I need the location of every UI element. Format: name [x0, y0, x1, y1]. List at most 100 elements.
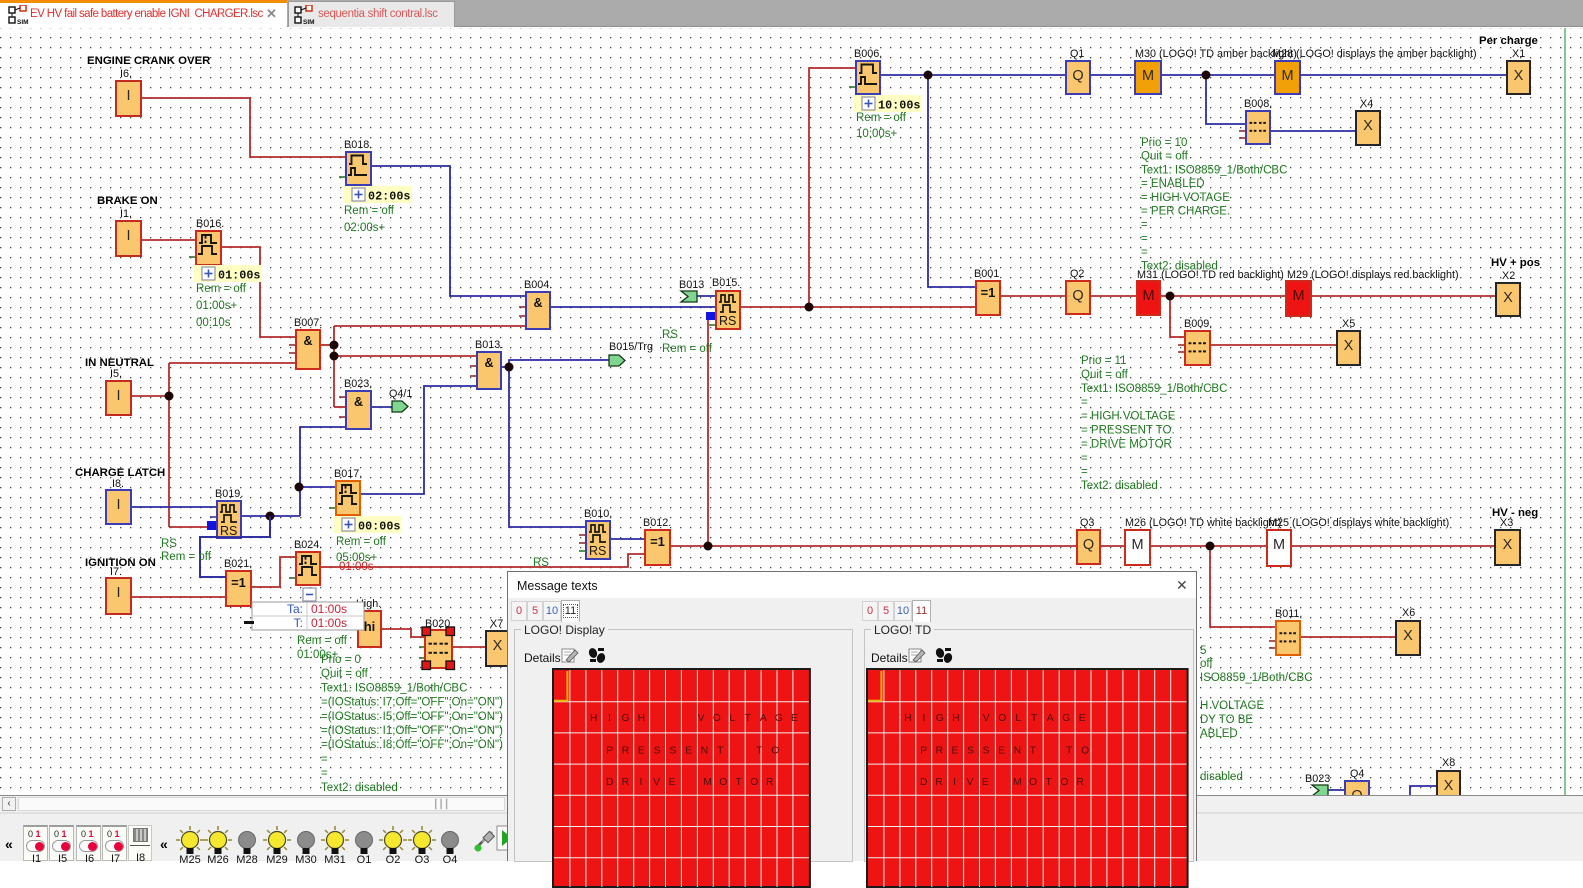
svg-text:B012.: B012.: [643, 517, 671, 529]
svg-text:Prio = 10: Prio = 10: [1141, 137, 1187, 149]
svg-text:X: X: [1403, 628, 1413, 644]
svg-text:I5.: I5.: [110, 368, 122, 380]
svg-text:= DRIVE MOTOR: = DRIVE MOTOR: [1081, 438, 1172, 450]
svg-text:ISO8859_1/Both/CBC: ISO8859_1/Both/CBC: [1200, 672, 1313, 684]
svg-text:B020: B020: [425, 618, 450, 630]
svg-text:01:00s: 01:00s: [339, 561, 374, 573]
svg-text:T:: T:: [294, 616, 303, 630]
svg-text:M29 (LOGO! displays red backli: M29 (LOGO! displays red backlight): [1287, 269, 1459, 281]
svg-text:Prio = 0: Prio = 0: [321, 654, 361, 666]
svg-text:B018.: B018.: [344, 139, 372, 151]
svg-text:M25 (LOGO! displays white back: M25 (LOGO! displays white backlight): [1268, 517, 1449, 529]
svg-text:=: =: [1081, 397, 1088, 409]
svg-text:O: O: [719, 777, 727, 788]
svg-text:Q3: Q3: [1080, 517, 1094, 529]
svg-text:I: I: [923, 713, 926, 724]
svg-text:HV + pos: HV + pos: [1491, 257, 1540, 269]
svg-text:Ta:: Ta:: [287, 602, 303, 616]
svg-text:02:00s+: 02:00s+: [344, 222, 386, 234]
svg-text:=(IOStatus: I7;Off="OFF";On="O: =(IOStatus: I7;Off="OFF";On="ON"): [321, 697, 503, 709]
svg-text:01:00s: 01:00s: [311, 616, 347, 630]
svg-text:M29: M29: [266, 854, 287, 863]
svg-text:B015.: B015.: [712, 277, 740, 289]
svg-text:Q: Q: [1083, 537, 1094, 553]
svg-text:IN NEUTRAL: IN NEUTRAL: [85, 357, 154, 369]
svg-text:I: I: [126, 88, 130, 104]
svg-text:Quit = off: Quit = off: [1081, 369, 1129, 381]
svg-text:Text1: ISO8859_1/Both/CBC: Text1: ISO8859_1/Both/CBC: [321, 682, 467, 694]
svg-text:E: E: [1079, 713, 1086, 724]
svg-text:O: O: [771, 746, 779, 757]
svg-text:IGNITION ON: IGNITION ON: [85, 557, 156, 569]
svg-text:E: E: [668, 777, 675, 788]
svg-text:N: N: [1014, 746, 1021, 757]
svg-text:Rem = off: Rem = off: [336, 536, 387, 548]
svg-text:E: E: [982, 777, 989, 788]
svg-text:V: V: [653, 777, 660, 788]
svg-text:= HIGH VOLTAGE: = HIGH VOLTAGE: [1081, 411, 1176, 423]
svg-text:S: S: [983, 746, 990, 757]
svg-text:B007.: B007.: [294, 317, 322, 329]
svg-text:O: O: [712, 713, 720, 724]
svg-text:10:00s: 10:00s: [878, 99, 920, 113]
svg-text:M: M: [1273, 537, 1285, 553]
svg-text:B016.: B016.: [196, 218, 224, 230]
svg-text:T: T: [756, 746, 763, 757]
svg-text:= PER CHARGE.: = PER CHARGE.: [1141, 206, 1230, 218]
svg-text:O: O: [1061, 777, 1069, 788]
svg-text:5: 5: [1200, 645, 1206, 657]
svg-text:I: I: [953, 777, 956, 788]
svg-text:S: S: [669, 746, 676, 757]
svg-text:I8.: I8.: [112, 478, 124, 490]
svg-text:01:00s+: 01:00s+: [196, 300, 238, 312]
svg-text:H: H: [904, 713, 911, 724]
svg-text:T: T: [735, 777, 742, 788]
svg-text:I: I: [116, 497, 120, 513]
svg-text:Q1: Q1: [1070, 48, 1084, 60]
svg-text:O: O: [1029, 777, 1037, 788]
svg-text:Text2: disabled: Text2: disabled: [1081, 480, 1158, 492]
svg-text:R: R: [765, 777, 772, 788]
svg-text:X5: X5: [1342, 318, 1355, 330]
svg-text:R: R: [936, 746, 943, 757]
svg-text:B019.: B019.: [215, 488, 243, 500]
svg-text:T: T: [744, 713, 751, 724]
svg-text:B001: B001: [974, 268, 999, 280]
svg-text:X1: X1: [1512, 48, 1525, 60]
svg-text:B024.: B024.: [294, 539, 322, 551]
svg-text:O: O: [998, 713, 1006, 724]
svg-text:=: =: [1141, 219, 1148, 231]
svg-text:Rem = off: Rem = off: [161, 551, 212, 563]
svg-text:off: off: [1200, 658, 1213, 670]
svg-text:B023: B023: [1305, 773, 1330, 785]
svg-text:R: R: [621, 746, 628, 757]
svg-text:H VOLTAGE: H VOLTAGE: [1200, 700, 1264, 712]
svg-text:B008.: B008.: [1244, 98, 1272, 110]
svg-text:Q2: Q2: [386, 854, 401, 863]
svg-text:RS: RS: [589, 544, 606, 558]
svg-text:B017.: B017.: [334, 468, 362, 480]
svg-text:B004.: B004.: [524, 279, 552, 291]
svg-text:V: V: [967, 777, 974, 788]
svg-text:=: =: [1081, 466, 1088, 478]
svg-text:X6: X6: [1402, 607, 1415, 619]
svg-text:X7: X7: [490, 618, 503, 630]
svg-text:X: X: [1444, 778, 1454, 794]
svg-text:RS: RS: [220, 524, 237, 538]
svg-text:T: T: [1030, 746, 1037, 757]
svg-text:O: O: [750, 777, 758, 788]
svg-text:S: S: [653, 746, 660, 757]
svg-text:D: D: [920, 777, 927, 788]
svg-text:A: A: [1047, 713, 1054, 724]
svg-text:RS: RS: [719, 314, 736, 328]
svg-text:=(IOStatus: I5;Off="OFF";On="O: =(IOStatus: I5;Off="OFF";On="ON"): [321, 711, 503, 723]
svg-text:G: G: [1062, 713, 1070, 724]
svg-text:I1.: I1.: [120, 208, 132, 220]
svg-text:T: T: [1066, 746, 1073, 757]
svg-text:A: A: [759, 713, 766, 724]
svg-text:Q4: Q4: [1350, 768, 1364, 780]
svg-text:Text2: disabled: Text2: disabled: [321, 782, 398, 794]
svg-text:00:10s: 00:10s: [196, 317, 231, 329]
svg-text:T: T: [1031, 713, 1038, 724]
svg-text:I: I: [116, 388, 120, 404]
